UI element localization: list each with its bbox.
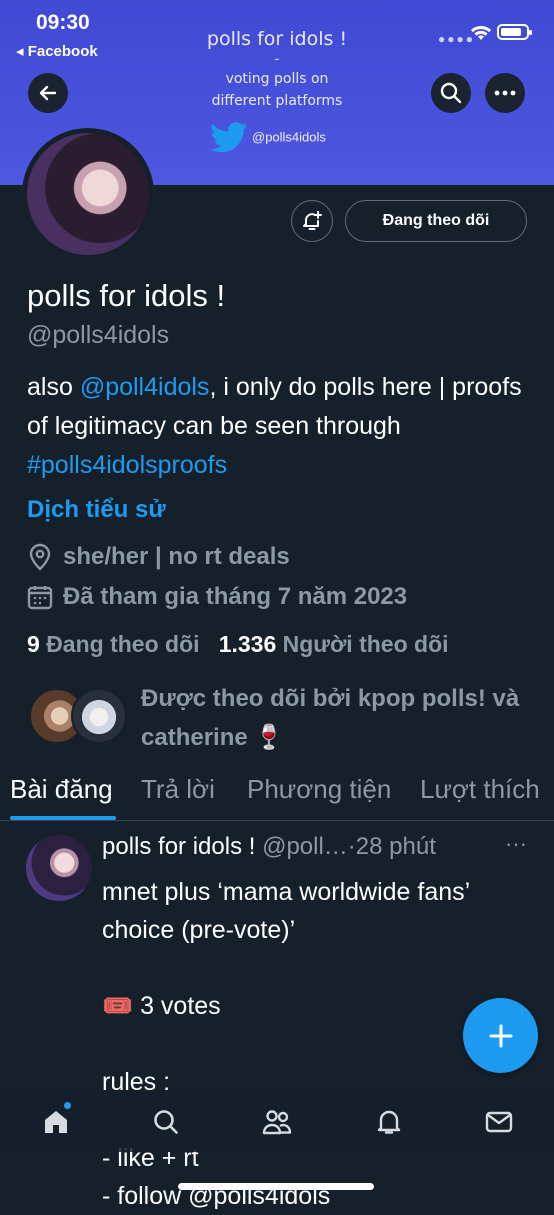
search-button[interactable] bbox=[431, 73, 471, 113]
followed-by-text: Được theo dõi bởi kpop polls! và catheri… bbox=[141, 685, 520, 751]
tab-replies[interactable]: Trả lời bbox=[141, 774, 215, 805]
followers-label: Người theo dõi bbox=[282, 631, 449, 657]
home-notification-dot bbox=[64, 1102, 71, 1109]
battery-icon bbox=[497, 24, 532, 40]
search-nav-icon bbox=[154, 1110, 178, 1134]
home-icon bbox=[45, 1111, 67, 1133]
profile-tabs: Bài đăng Trả lời Phương tiện Lượt thích bbox=[0, 768, 554, 821]
profile-name: polls for idols ! bbox=[27, 278, 226, 313]
post-avatar[interactable] bbox=[26, 835, 92, 901]
following-link[interactable]: 9 Đang theo dõi bbox=[27, 631, 200, 657]
status-bar: 09:30 ◂ Facebook ●●●● bbox=[0, 0, 554, 60]
post-handle-time: @poll…·28 phút bbox=[255, 833, 436, 860]
status-time: 09:30 bbox=[36, 11, 90, 34]
active-tab-indicator bbox=[10, 816, 116, 820]
join-date-text: Đã tham gia tháng 7 năm 2023 bbox=[63, 583, 408, 610]
following-count: 9 bbox=[27, 631, 40, 657]
home-indicator bbox=[178, 1183, 374, 1190]
profile-bio: also @poll4idols, i only do polls here |… bbox=[27, 368, 527, 485]
profile-join-date: Đã tham gia tháng 7 năm 2023 bbox=[27, 583, 407, 611]
nav-home[interactable] bbox=[36, 1104, 76, 1140]
bio-text: also bbox=[27, 373, 80, 401]
bottom-navigation bbox=[0, 1092, 554, 1152]
profile-location: she/her | no rt deals bbox=[27, 543, 290, 571]
location-icon bbox=[29, 543, 51, 571]
followers-count: 1.336 bbox=[218, 631, 277, 657]
twitter-bird-icon bbox=[210, 122, 248, 153]
back-button[interactable] bbox=[28, 73, 68, 113]
post-more-button[interactable]: ··· bbox=[505, 831, 527, 857]
tab-posts[interactable]: Bài đăng bbox=[10, 774, 113, 805]
bio-hashtag-link[interactable]: #polls4idolsproofs bbox=[27, 451, 227, 479]
more-options-button[interactable] bbox=[485, 73, 525, 113]
followers-link[interactable]: 1.336 Người theo dõi bbox=[219, 631, 449, 657]
follow-counts: 9 Đang theo dõi 1.336 Người theo dõi bbox=[27, 631, 449, 658]
followed-by-row[interactable]: Được theo dõi bởi kpop polls! và catheri… bbox=[27, 685, 547, 751]
calendar-icon bbox=[27, 586, 53, 610]
following-label: Đang theo dõi bbox=[46, 631, 200, 657]
bio-mention-link[interactable]: @poll4idols bbox=[80, 373, 210, 401]
location-text: she/her | no rt deals bbox=[63, 543, 290, 570]
wifi-icon bbox=[471, 26, 491, 40]
bell-plus-icon bbox=[303, 211, 322, 230]
nav-communities[interactable] bbox=[257, 1104, 297, 1140]
back-to-app-link[interactable]: ◂ Facebook bbox=[16, 42, 98, 60]
notifications-icon bbox=[377, 1110, 401, 1134]
twitter-handle-text: @polls4idols bbox=[252, 129, 326, 145]
nav-messages[interactable] bbox=[479, 1104, 519, 1140]
compose-button[interactable] bbox=[463, 998, 538, 1073]
messages-icon bbox=[485, 1111, 513, 1133]
profile-handle: @polls4idols bbox=[27, 321, 170, 349]
more-icon bbox=[494, 90, 516, 96]
avatar-image bbox=[27, 133, 149, 255]
banner-twitter-handle: @polls4idols bbox=[210, 122, 326, 154]
tab-media[interactable]: Phương tiện bbox=[247, 774, 391, 805]
follower-avatar bbox=[71, 688, 127, 744]
nav-notifications[interactable] bbox=[369, 1104, 409, 1140]
notification-subscribe-button[interactable] bbox=[291, 200, 333, 242]
plus-icon bbox=[489, 1024, 512, 1047]
tab-likes[interactable]: Lượt thích bbox=[420, 774, 540, 805]
nav-search[interactable] bbox=[146, 1104, 186, 1140]
post-header: polls for idols ! @poll…·28 phút bbox=[102, 833, 436, 861]
search-icon bbox=[440, 82, 462, 104]
following-button[interactable]: Đang theo dõi bbox=[345, 200, 527, 242]
communities-icon bbox=[262, 1110, 292, 1135]
translate-bio-link[interactable]: Dịch tiểu sử bbox=[27, 496, 166, 524]
post-author-name: polls for idols ! bbox=[102, 833, 256, 860]
arrow-left-icon bbox=[39, 85, 57, 101]
profile-avatar[interactable] bbox=[22, 128, 154, 260]
